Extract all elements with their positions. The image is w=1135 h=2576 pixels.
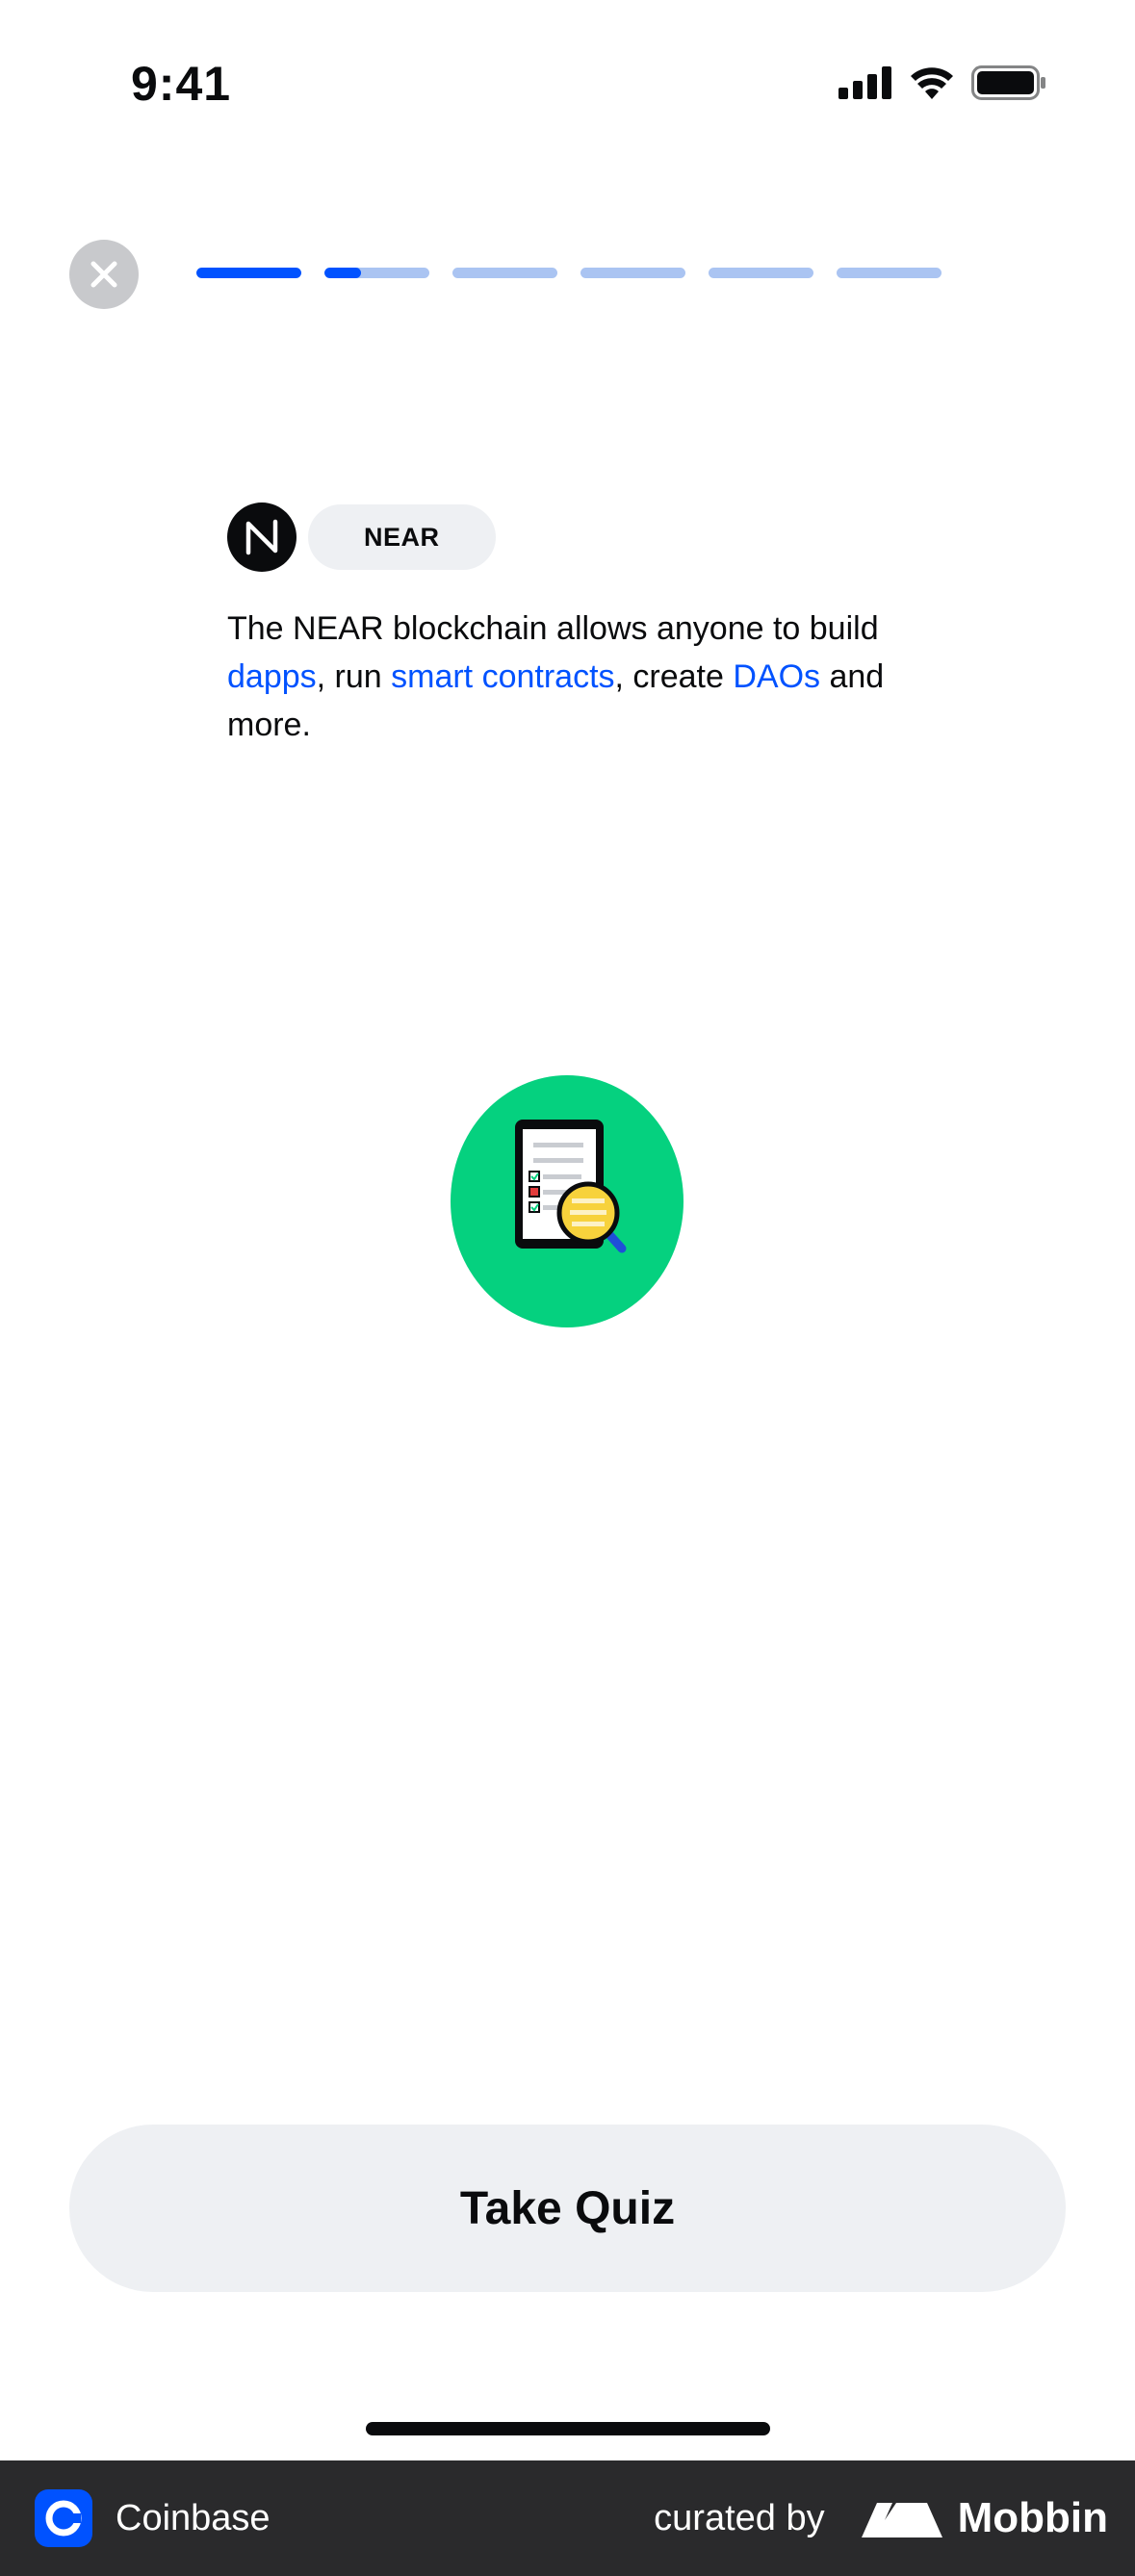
footer-brand: Coinbase	[116, 2497, 271, 2538]
footer-app: Coinbase	[35, 2489, 271, 2547]
mobbin-wordmark: Mobbin	[957, 2494, 1108, 2541]
progress-segment	[196, 268, 301, 278]
close-button[interactable]	[69, 240, 139, 309]
footer-curated-by: curated by	[654, 2497, 825, 2538]
close-icon	[90, 261, 117, 288]
description-text: The NEAR blockchain allows anyone to bui…	[227, 610, 879, 647]
progress-segment	[580, 268, 685, 278]
wifi-icon	[911, 67, 953, 99]
description-text: , run	[316, 658, 392, 695]
description-text: , create	[614, 658, 734, 695]
smart-contracts-link[interactable]: smart contracts	[391, 658, 614, 695]
phone-checklist-magnifier-illustration	[451, 1075, 684, 1327]
take-quiz-button[interactable]: Take Quiz	[69, 2125, 1066, 2292]
status-icons	[838, 64, 1046, 102]
cellular-signal-icon	[838, 66, 891, 99]
daos-link[interactable]: DAOs	[733, 658, 820, 695]
near-logo-icon	[227, 502, 297, 572]
status-time: 9:41	[131, 57, 232, 111]
mobbin-logo: Mobbin	[860, 2494, 1108, 2542]
asset-chip[interactable]: NEAR	[308, 504, 496, 570]
home-indicator	[366, 2422, 770, 2435]
asset-row: NEAR	[227, 502, 496, 572]
footer-curation: curated by Mobbin	[654, 2494, 1108, 2542]
progress-segment	[452, 268, 557, 278]
progress-segment	[837, 268, 942, 278]
progress-segment	[709, 268, 813, 278]
lesson-description: The NEAR blockchain allows anyone to bui…	[227, 605, 920, 749]
progress-segment	[324, 268, 429, 278]
coinbase-logo-icon	[35, 2489, 92, 2547]
battery-icon	[971, 65, 1045, 100]
mobbin-footer: Coinbase curated by Mobbin	[0, 2460, 1135, 2576]
mobbin-icon	[861, 2503, 942, 2537]
lesson-progress	[196, 268, 942, 278]
dapps-link[interactable]: dapps	[227, 658, 317, 695]
